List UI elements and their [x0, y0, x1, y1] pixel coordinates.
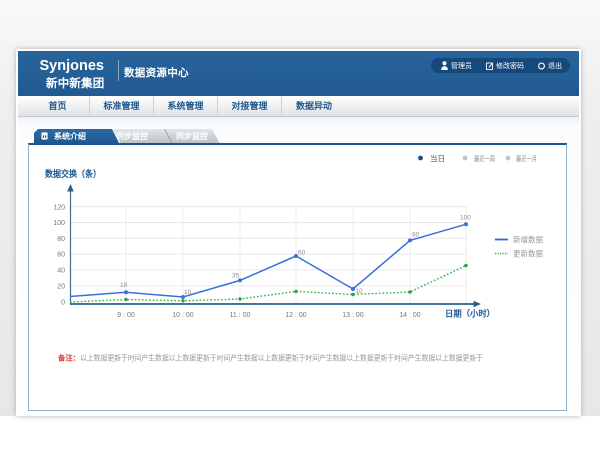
svg-text:11 : 00: 11 : 00	[230, 312, 251, 319]
svg-text:以上数据更新于时间产生数据以上数据更新于时间产生数据以上数据: 以上数据更新于时间产生数据以上数据更新于时间产生数据以上数据更新于时间产生数据以…	[80, 353, 483, 363]
svg-text:100: 100	[460, 215, 471, 222]
svg-text:10 : 00: 10 : 00	[172, 312, 194, 319]
svg-text:新增数据: 新增数据	[513, 235, 543, 245]
svg-text:9 : 00: 9 : 00	[117, 312, 135, 319]
svg-text:20: 20	[57, 283, 65, 290]
svg-text:更新数据: 更新数据	[513, 249, 543, 259]
svg-text:日期（小时）: 日期（小时）	[445, 309, 495, 319]
svg-text:10: 10	[356, 288, 364, 295]
svg-text:数据交换（条）: 数据交换（条）	[45, 168, 101, 179]
svg-text:120: 120	[53, 204, 65, 211]
svg-text:备注：: 备注：	[57, 353, 80, 363]
svg-text:80: 80	[412, 232, 420, 239]
svg-text:12 : 00: 12 : 00	[285, 312, 307, 319]
svg-text:13 : 00: 13 : 00	[342, 312, 364, 319]
svg-text:14 : 00: 14 : 00	[399, 312, 421, 319]
svg-text:80: 80	[57, 236, 65, 243]
svg-text:60: 60	[298, 250, 306, 257]
svg-text:40: 40	[57, 268, 65, 275]
svg-text:100: 100	[53, 220, 65, 227]
svg-text:最近一周: 最近一周	[474, 154, 495, 163]
svg-text:35: 35	[232, 273, 240, 280]
svg-text:10: 10	[184, 289, 192, 296]
svg-text:18: 18	[120, 282, 128, 289]
svg-text:60: 60	[57, 252, 65, 259]
svg-text:当日: 当日	[430, 153, 445, 163]
svg-text:最近一月: 最近一月	[516, 154, 537, 163]
svg-text:0: 0	[61, 300, 65, 307]
